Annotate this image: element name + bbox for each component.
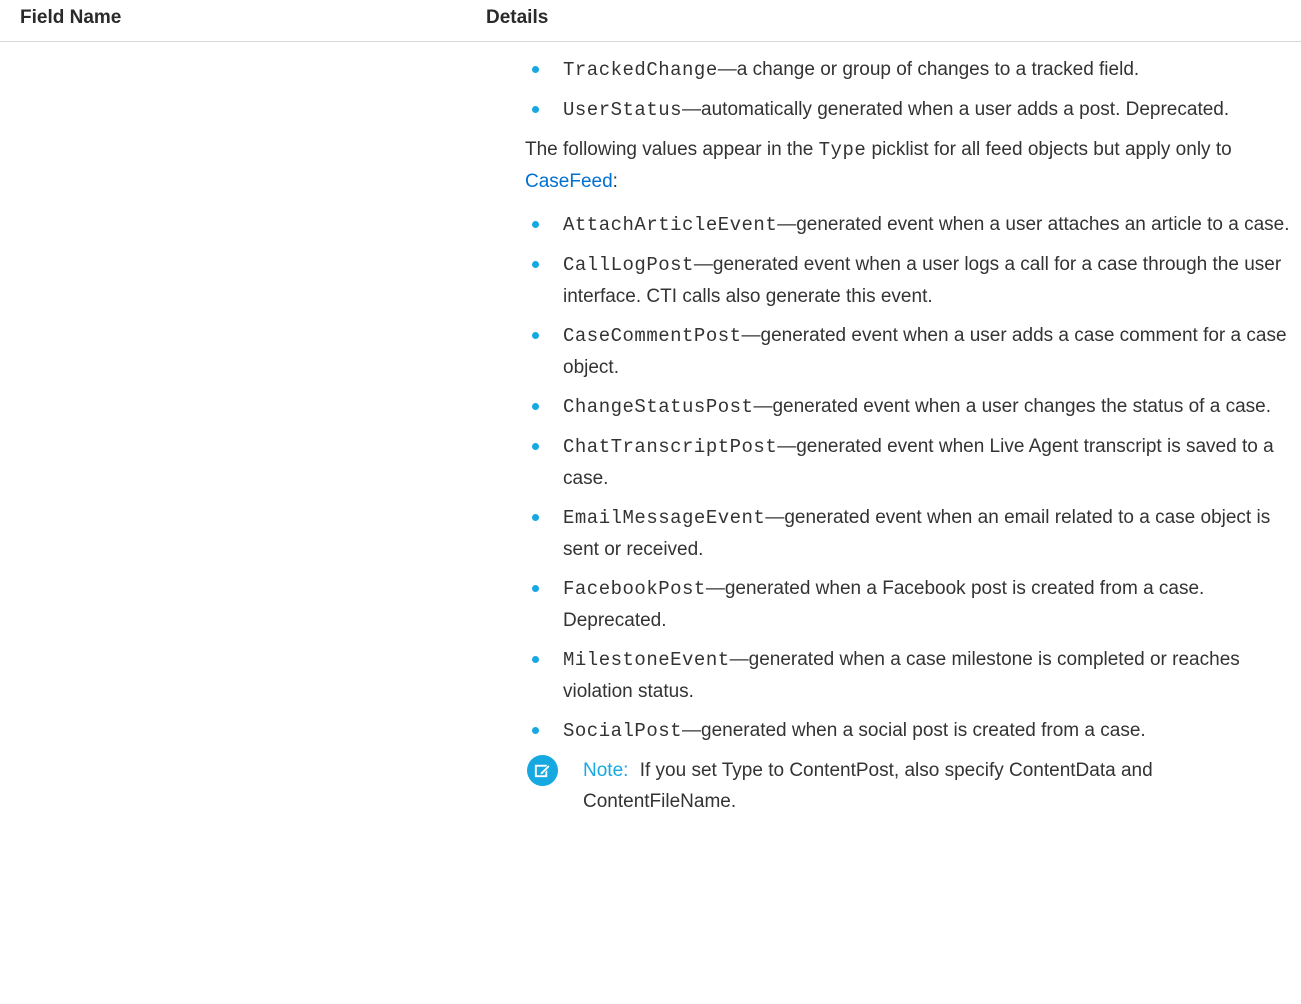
casefeed-values-list: AttachArticleEvent—generated event when … [525, 209, 1295, 747]
column-header-details: Details [486, 7, 549, 28]
bullet-icon [532, 332, 539, 339]
bullet-icon [532, 106, 539, 113]
bullet-icon [532, 656, 539, 663]
value-code: CaseCommentPost [563, 325, 742, 347]
bullet-icon [532, 66, 539, 73]
note-label: Note: [583, 760, 629, 781]
value-description: —generated when a social post is created… [682, 720, 1146, 741]
value-code: FacebookPost [563, 578, 706, 600]
list-item: CallLogPost—generated event when a user … [525, 249, 1295, 312]
list-item: ChatTranscriptPost—generated event when … [525, 431, 1295, 494]
value-code: ChatTranscriptPost [563, 436, 778, 458]
value-description: —generated event when a user changes the… [753, 396, 1271, 417]
note-text: If you set Type to ContentPost, also spe… [583, 760, 1153, 812]
intro-text: The following values appear in the [525, 139, 819, 160]
value-code: CallLogPost [563, 254, 694, 276]
value-code: SocialPost [563, 720, 683, 742]
value-code: UserStatus [563, 99, 683, 121]
bullet-icon [532, 221, 539, 228]
value-description: —a change or group of changes to a track… [717, 59, 1140, 80]
value-description: —generated event when a user attaches an… [777, 214, 1290, 235]
list-item: SocialPost—generated when a social post … [525, 715, 1295, 747]
intro-text-middle: picklist for all feed objects but apply … [866, 139, 1232, 160]
value-description: —automatically generated when a user add… [682, 99, 1230, 120]
list-item: UserStatus—automatically generated when … [525, 94, 1295, 126]
value-code: AttachArticleEvent [563, 214, 778, 236]
bullet-icon [532, 261, 539, 268]
bullet-icon [532, 514, 539, 521]
list-item: EmailMessageEvent—generated event when a… [525, 502, 1295, 565]
value-code: ChangeStatusPost [563, 396, 754, 418]
type-values-list: TrackedChange—a change or group of chang… [525, 54, 1295, 126]
value-code: EmailMessageEvent [563, 507, 766, 529]
type-code: Type [818, 139, 867, 161]
bullet-icon [532, 585, 539, 592]
details-cell: TrackedChange—a change or group of chang… [525, 54, 1295, 817]
value-code: TrackedChange [563, 59, 718, 81]
list-item: ChangeStatusPost—generated event when a … [525, 391, 1295, 423]
doc-page: Field Name Details TrackedChange—a chang… [0, 0, 1301, 1004]
table-header-row: Field Name Details [0, 0, 1301, 42]
bullet-icon [532, 727, 539, 734]
casefeed-link[interactable]: CaseFeed [525, 171, 613, 192]
bullet-icon [532, 403, 539, 410]
note-box: Note: If you set Type to ContentPost, al… [525, 755, 1295, 817]
list-item: TrackedChange—a change or group of chang… [525, 54, 1295, 86]
list-item: MilestoneEvent—generated when a case mil… [525, 644, 1295, 707]
column-header-field-name: Field Name [20, 7, 122, 28]
list-item: AttachArticleEvent—generated event when … [525, 209, 1295, 241]
value-code: MilestoneEvent [563, 649, 730, 671]
intro-text-end: : [612, 171, 618, 192]
bullet-icon [532, 443, 539, 450]
list-item: FacebookPost—generated when a Facebook p… [525, 573, 1295, 636]
list-item: CaseCommentPost—generated event when a u… [525, 320, 1295, 383]
casefeed-intro-paragraph: The following values appear in the Type … [525, 134, 1295, 197]
edit-note-icon [527, 755, 558, 786]
